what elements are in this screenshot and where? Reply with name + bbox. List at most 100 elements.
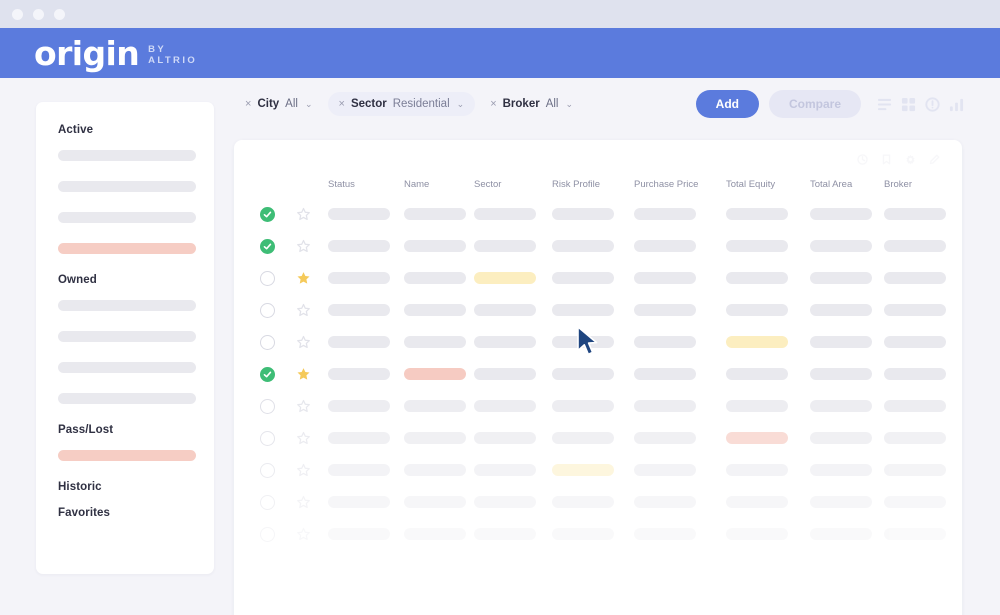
cell-total_area[interactable]	[810, 464, 884, 476]
cell-total_area[interactable]	[810, 400, 884, 412]
sidebar-item-placeholder[interactable]	[58, 393, 196, 404]
star-outline-icon[interactable]	[296, 303, 328, 318]
cell-sector[interactable]	[474, 304, 552, 316]
empty-circle-icon[interactable]	[260, 494, 275, 510]
empty-circle-icon[interactable]	[260, 270, 275, 286]
check-circle-icon[interactable]	[260, 238, 275, 254]
cell-total_area[interactable]	[810, 432, 884, 444]
cell-sector[interactable]	[474, 400, 552, 412]
cell-name[interactable]	[404, 464, 474, 476]
row-status-checkbox[interactable]	[260, 334, 296, 350]
star-outline-icon[interactable]	[296, 527, 328, 542]
column-header-broker[interactable]: Broker	[884, 179, 948, 190]
cell-total_area[interactable]	[810, 368, 884, 380]
sidebar-item-placeholder-warn[interactable]	[58, 243, 196, 254]
list-view-icon[interactable]	[877, 97, 892, 112]
cell-purchase_price[interactable]	[634, 208, 726, 220]
cell-status[interactable]	[328, 304, 404, 316]
cell-status[interactable]	[328, 336, 404, 348]
table-row[interactable]	[234, 358, 962, 390]
cell-broker[interactable]	[884, 240, 948, 252]
cell-risk_profile[interactable]	[552, 240, 634, 252]
cell-purchase_price[interactable]	[634, 432, 726, 444]
cell-status[interactable]	[328, 272, 404, 284]
cell-total_area[interactable]	[810, 528, 884, 540]
chevron-down-icon[interactable]: ⌄	[457, 99, 465, 110]
cell-total_equity[interactable]	[726, 304, 810, 316]
cell-risk_profile[interactable]	[552, 368, 634, 380]
star-outline-icon[interactable]	[296, 335, 328, 350]
cell-broker[interactable]	[884, 208, 948, 220]
column-header-total-equity[interactable]: Total Equity	[726, 179, 810, 190]
cell-sector[interactable]	[474, 528, 552, 540]
cell-name[interactable]	[404, 240, 474, 252]
chevron-down-icon[interactable]: ⌄	[305, 99, 313, 110]
row-status-checkbox[interactable]	[260, 206, 296, 222]
column-header-total-area[interactable]: Total Area	[810, 179, 884, 190]
empty-circle-icon[interactable]	[260, 398, 275, 414]
cell-broker[interactable]	[884, 336, 948, 348]
cell-status[interactable]	[328, 496, 404, 508]
window-maximize-dot[interactable]	[54, 8, 65, 20]
add-button[interactable]: Add	[695, 90, 759, 118]
star-filled-icon[interactable]	[296, 271, 328, 286]
table-row[interactable]	[234, 454, 962, 486]
cell-broker[interactable]	[884, 432, 948, 444]
column-header-risk-profile[interactable]: Risk Profile	[552, 179, 634, 190]
cell-status[interactable]	[328, 528, 404, 540]
sidebar-item-placeholder-warn[interactable]	[58, 450, 196, 461]
sidebar-item-placeholder[interactable]	[58, 362, 196, 373]
close-icon[interactable]: ×	[245, 98, 251, 110]
star-outline-icon[interactable]	[296, 431, 328, 446]
row-status-checkbox[interactable]	[260, 398, 296, 414]
cell-risk_profile[interactable]	[552, 208, 634, 220]
empty-circle-icon[interactable]	[260, 430, 275, 446]
table-row[interactable]	[234, 198, 962, 230]
cell-name[interactable]	[404, 304, 474, 316]
row-status-checkbox[interactable]	[260, 366, 296, 382]
star-outline-icon[interactable]	[296, 207, 328, 222]
cell-risk_profile[interactable]	[552, 464, 634, 476]
chevron-down-icon[interactable]: ⌄	[565, 99, 573, 110]
row-status-checkbox[interactable]	[260, 270, 296, 286]
cell-purchase_price[interactable]	[634, 272, 726, 284]
cell-sector[interactable]	[474, 336, 552, 348]
sidebar-item-placeholder[interactable]	[58, 212, 196, 223]
empty-circle-icon[interactable]	[260, 302, 275, 318]
cell-risk_profile[interactable]	[552, 272, 634, 284]
settings-gear-icon[interactable]	[905, 154, 916, 165]
row-status-checkbox[interactable]	[260, 302, 296, 318]
table-row[interactable]	[234, 230, 962, 262]
cell-broker[interactable]	[884, 304, 948, 316]
cell-total_equity[interactable]	[726, 528, 810, 540]
column-header-sector[interactable]: Sector	[474, 179, 552, 190]
cell-purchase_price[interactable]	[634, 496, 726, 508]
close-icon[interactable]: ×	[339, 98, 345, 110]
row-status-checkbox[interactable]	[260, 238, 296, 254]
cell-status[interactable]	[328, 464, 404, 476]
cell-total_equity[interactable]	[726, 368, 810, 380]
cell-total_area[interactable]	[810, 496, 884, 508]
chart-view-icon[interactable]	[949, 97, 964, 112]
empty-circle-icon[interactable]	[260, 526, 275, 542]
table-row[interactable]	[234, 294, 962, 326]
cell-broker[interactable]	[884, 272, 948, 284]
history-icon[interactable]	[857, 154, 868, 165]
cell-status[interactable]	[328, 368, 404, 380]
cell-broker[interactable]	[884, 464, 948, 476]
filter-chip-sector[interactable]: × Sector Residential ⌄	[327, 92, 476, 116]
cell-status[interactable]	[328, 432, 404, 444]
check-circle-icon[interactable]	[260, 206, 275, 222]
column-header-purchase-price[interactable]: Purchase Price	[634, 179, 726, 190]
row-status-checkbox[interactable]	[260, 430, 296, 446]
cell-name[interactable]	[404, 336, 474, 348]
cell-purchase_price[interactable]	[634, 336, 726, 348]
cell-broker[interactable]	[884, 528, 948, 540]
cell-sector[interactable]	[474, 432, 552, 444]
window-minimize-dot[interactable]	[33, 8, 44, 20]
sidebar-heading-historic[interactable]: Historic	[58, 481, 196, 493]
cell-total_equity[interactable]	[726, 272, 810, 284]
cell-total_area[interactable]	[810, 240, 884, 252]
table-row[interactable]	[234, 518, 962, 550]
check-circle-icon[interactable]	[260, 366, 275, 382]
